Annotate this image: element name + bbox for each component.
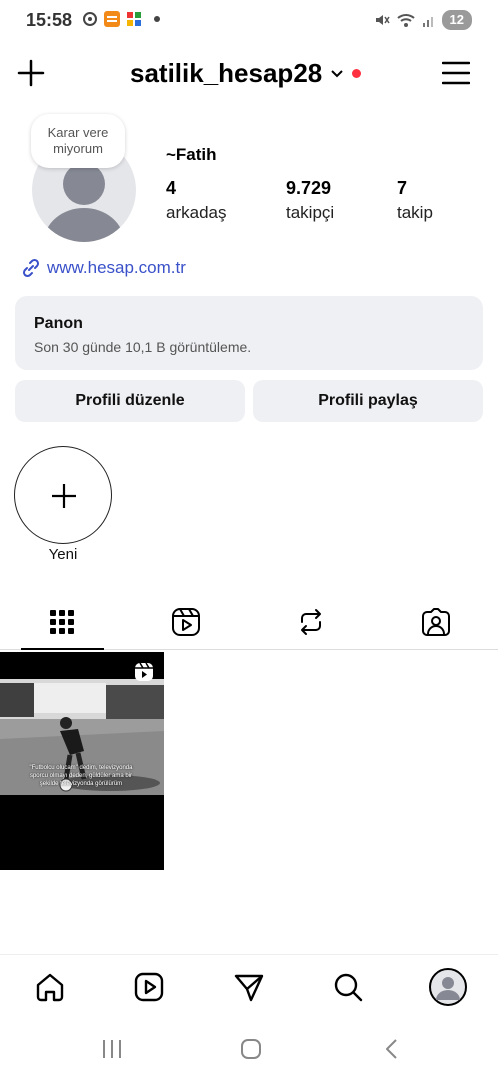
share-profile-button[interactable]: Profili paylaş (253, 380, 483, 422)
notification-dot-icon (154, 16, 160, 22)
nav-messages[interactable] (231, 969, 267, 1005)
link-icon (22, 258, 40, 278)
tab-tagged[interactable] (374, 594, 498, 650)
stat-label: arkadaş (166, 203, 227, 222)
stat-value: 7 (397, 178, 408, 198)
stat-value: 4 (166, 178, 177, 198)
profile-avatar (429, 968, 467, 1006)
wifi-icon (396, 14, 415, 27)
send-icon (234, 974, 264, 1002)
post-thumbnail[interactable]: "Futbolcu olucam" dedim, televizyonda sp… (0, 652, 164, 870)
tab-reels[interactable] (124, 594, 248, 650)
recents-icon[interactable] (101, 1038, 123, 1060)
tab-grid[interactable] (0, 594, 124, 650)
dashboard-subtitle: Son 30 günde 10,1 B görüntüleme. (34, 339, 252, 355)
username-title: satilik_hesap28 (130, 58, 323, 88)
stat-following[interactable]: 7 takip (397, 178, 433, 223)
professional-dashboard[interactable]: Panon Son 30 günde 10,1 B görüntüleme. (15, 296, 483, 370)
content-tabs (0, 594, 498, 650)
grid-icon (50, 610, 74, 634)
display-name: ~Fatih (166, 145, 217, 164)
search-icon (334, 973, 363, 1002)
reel-badge-icon (135, 662, 153, 681)
app-icon (104, 11, 120, 27)
profile-header: satilik_hesap28 (0, 52, 498, 96)
note-bubble[interactable]: Karar vere miyorum (31, 114, 125, 168)
battery-indicator: 12 (441, 10, 472, 30)
dashboard-title: Panon (34, 315, 83, 332)
notification-dot (352, 69, 362, 78)
edit-profile-button[interactable]: Profili düzenle (15, 380, 245, 422)
new-highlight-button[interactable] (14, 446, 112, 544)
repost-icon (301, 609, 321, 635)
post-caption: "Futbolcu olucam" dedim, televizyonda sp… (29, 765, 133, 787)
back-icon[interactable] (382, 1038, 402, 1060)
status-icons-right: 12 (374, 10, 472, 30)
reels-icon (172, 608, 200, 636)
stat-followers[interactable]: 9.729 takipçi (286, 178, 334, 223)
stat-friends[interactable]: 4 arkadaş (166, 178, 226, 223)
bottom-navigation (0, 954, 498, 1020)
sync-icon (83, 12, 97, 26)
new-highlight-label: Yeni (48, 546, 78, 563)
plus-icon (52, 484, 76, 508)
nav-home[interactable] (32, 969, 68, 1005)
tab-reposts[interactable] (249, 594, 373, 650)
grid-app-icon (127, 12, 141, 26)
active-tab-indicator (21, 648, 104, 650)
profile-link[interactable]: www.hesap.com.tr (21, 258, 186, 278)
chevron-down-icon (331, 69, 343, 77)
tagged-icon (422, 608, 450, 636)
reels-icon (134, 972, 164, 1002)
menu-icon[interactable] (442, 60, 470, 86)
stat-label: takip (397, 203, 433, 222)
home-icon (36, 973, 64, 1002)
nav-profile[interactable] (428, 967, 468, 1007)
plus-icon[interactable] (16, 58, 46, 88)
status-icons-left (82, 11, 160, 27)
account-switcher[interactable]: satilik_hesap28 (130, 58, 362, 89)
signal-icon (422, 17, 433, 27)
stat-label: takipçi (286, 203, 335, 222)
status-time: 15:58 (26, 10, 73, 30)
link-text: www.hesap.com.tr (47, 258, 186, 277)
system-navigation (0, 1020, 498, 1080)
nav-search[interactable] (330, 969, 366, 1005)
stat-value: 9.729 (286, 178, 332, 198)
status-bar: 15:58 12 (0, 0, 498, 40)
home-button-icon[interactable] (240, 1038, 262, 1060)
nav-reels[interactable] (131, 969, 167, 1005)
mute-icon (375, 15, 390, 25)
